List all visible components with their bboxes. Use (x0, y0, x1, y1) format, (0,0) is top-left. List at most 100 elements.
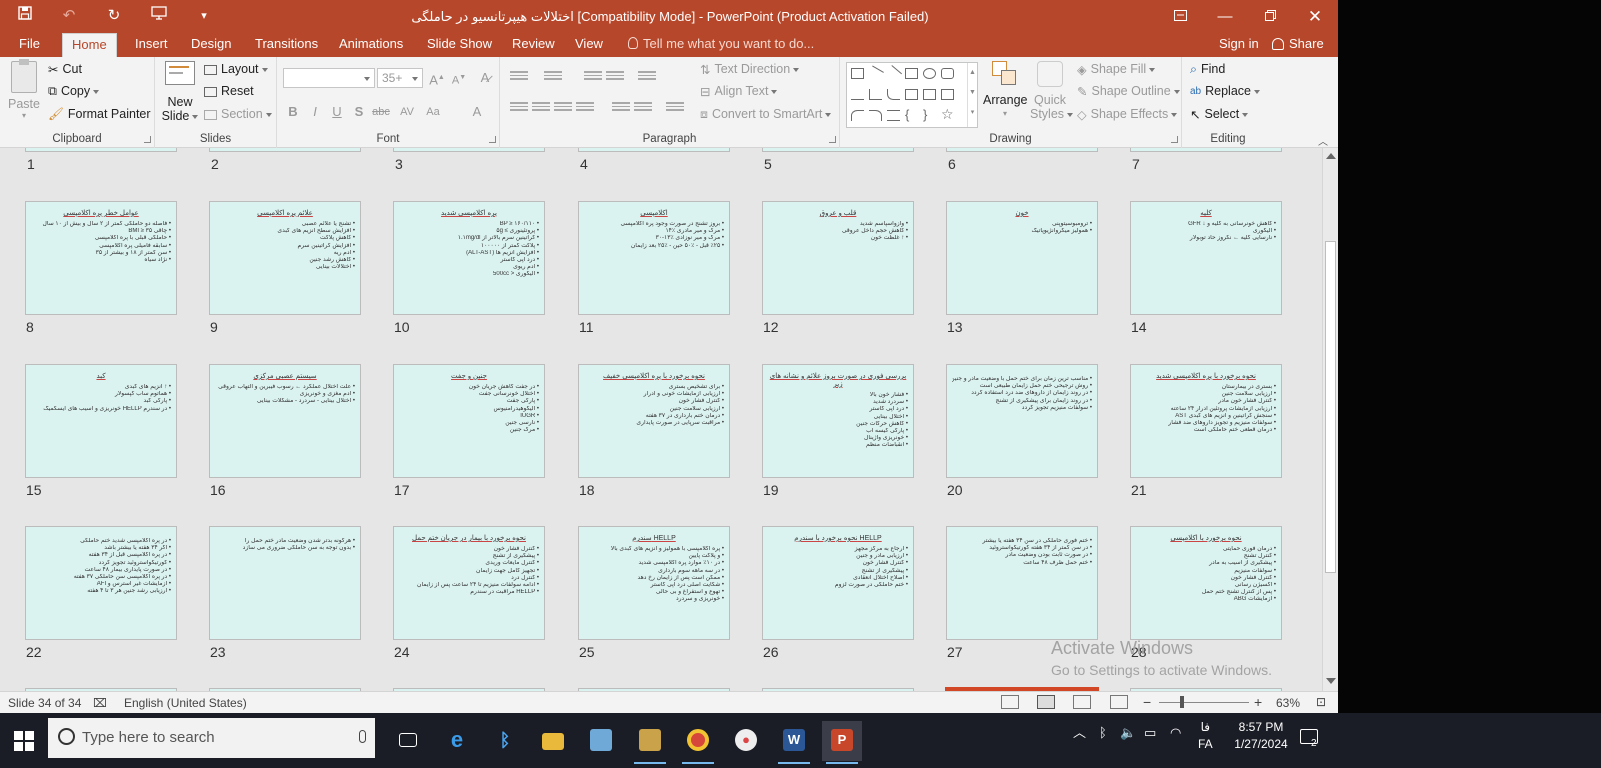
ltr-icon[interactable] (634, 102, 652, 114)
arrange-button[interactable]: Arrange ▾ (983, 61, 1027, 121)
shape-fill-button[interactable]: ◈ Shape Fill (1077, 62, 1156, 77)
find-button[interactable]: ⌕ Find (1190, 62, 1225, 77)
shape-arrow-icon[interactable] (884, 65, 903, 82)
tab-design[interactable]: Design (182, 33, 240, 57)
columns-icon[interactable] (666, 102, 684, 114)
zoom-level[interactable]: 63% (1276, 696, 1300, 710)
slide-thumbnail[interactable] (762, 148, 914, 152)
reading-view-icon[interactable] (1073, 695, 1091, 709)
slide-thumbnail[interactable]: نحوه برخورد با پره اکلامپسی شدید بستری در… (1130, 364, 1282, 478)
replace-button[interactable]: ab Replace (1190, 84, 1260, 98)
wifi-icon[interactable]: ◠ (1170, 713, 1181, 768)
shrink-font-icon[interactable]: A▼ (449, 68, 469, 88)
shape-rounded-rect-icon[interactable] (941, 68, 954, 79)
spellcheck-icon[interactable]: ⌧ (93, 696, 107, 710)
slide-thumbnail[interactable]: علائم پره اکلامپسیتشنج یا علائم عصبیافزا… (209, 201, 361, 315)
grow-font-icon[interactable]: A▲ (427, 68, 447, 88)
clear-formatting-icon[interactable]: A̷ (475, 68, 495, 88)
slide-sorter-view-icon[interactable] (1037, 695, 1055, 709)
slide-thumbnail[interactable]: در پره اکلامپسی شدید ختم حاملگیاگر ۳۴ هف… (25, 526, 177, 640)
slide-thumbnail[interactable]: نحوه برخورد با پره اکلامپسی خفیف برای تشخ… (578, 364, 730, 478)
shape-arrow-right-icon[interactable] (905, 89, 918, 100)
numbering-icon[interactable] (544, 71, 562, 83)
zoom-in-icon[interactable]: + (1254, 694, 1262, 710)
microphone-icon[interactable] (359, 730, 366, 743)
layout-button[interactable]: Layout (204, 62, 268, 76)
justify-icon[interactable] (576, 102, 594, 114)
save-icon[interactable] (14, 5, 36, 27)
paragraph-launcher-icon[interactable] (829, 136, 836, 143)
shape-oval-icon[interactable] (923, 68, 936, 79)
change-case-icon[interactable]: Aa (423, 102, 443, 122)
shapes-scroll-icon[interactable]: ▲ ▼ ▾ (967, 63, 977, 127)
input-language[interactable]: فا FA (1198, 719, 1213, 768)
zoom-slider[interactable] (1159, 702, 1249, 703)
align-center-icon[interactable] (532, 102, 550, 114)
shapes-gallery[interactable]: { } ☆ ▲ ▼ ▾ (846, 62, 978, 128)
underline-icon[interactable]: U (327, 102, 347, 122)
slide-thumbnail[interactable]: عوامل خطر پره اکلامپسی فاصله دو حاملگی کم… (25, 201, 177, 315)
italic-icon[interactable]: I (305, 102, 325, 122)
chrome-icon[interactable] (678, 721, 718, 764)
shape-line-icon[interactable] (867, 65, 884, 82)
fit-to-window-icon[interactable]: ⊡ (1316, 695, 1326, 709)
new-slide-button[interactable]: New Slide (160, 61, 200, 123)
word-icon[interactable]: W (774, 721, 814, 764)
normal-view-icon[interactable] (1001, 695, 1019, 709)
minimize-icon[interactable]: — (1202, 0, 1248, 33)
slide-thumbnail[interactable]: اکلامپسی بروز تشنج در صورت وجود پره اکلام… (578, 201, 730, 315)
tab-slide-show[interactable]: Slide Show (418, 33, 501, 57)
increase-indent-icon[interactable] (606, 71, 624, 83)
shape-arc-icon[interactable] (851, 110, 864, 121)
shadow-icon[interactable]: S (349, 102, 369, 122)
reset-button[interactable]: Reset (204, 84, 254, 98)
slide-thumbnail[interactable]: هرگونه بدتر شدن وضعیت مادر ختم حمل رابدو… (209, 526, 361, 640)
tab-review[interactable]: Review (503, 33, 564, 57)
shape-elbow-icon[interactable] (869, 89, 882, 100)
ribbon-display-options-icon[interactable] (1157, 0, 1203, 33)
bluetooth-tray-icon[interactable]: ᛒ (1099, 713, 1107, 768)
edge-icon[interactable]: e (437, 721, 477, 761)
battery-icon[interactable]: ▭ (1144, 713, 1156, 768)
convert-smartart-button[interactable]: ⧈ Convert to SmartArt (700, 107, 832, 122)
shape-effects-button[interactable]: ◇ Shape Effects (1077, 107, 1178, 122)
slide-sorter[interactable]: 1234567عوامل خطر پره اکلامپسیفاصله دو حا… (0, 148, 1322, 691)
slide-thumbnail[interactable] (1130, 148, 1282, 152)
restore-icon[interactable] (1247, 0, 1293, 33)
slide-thumbnail[interactable] (25, 148, 177, 152)
scroll-down-icon[interactable] (1326, 678, 1336, 684)
shape-star-icon[interactable]: ☆ (941, 106, 954, 123)
language-indicator[interactable]: English (United States) (124, 696, 247, 710)
zoom-slider-thumb[interactable] (1180, 696, 1184, 708)
shape-curve-icon[interactable] (887, 89, 900, 100)
shape-outline-button[interactable]: ✎ Shape Outline (1077, 84, 1180, 99)
tab-home[interactable]: Home (62, 33, 117, 57)
shape-square-icon[interactable] (905, 68, 918, 79)
shape-callout-icon[interactable] (941, 89, 954, 100)
font-name-combobox[interactable] (283, 68, 375, 88)
slide-thumbnail[interactable] (209, 148, 361, 152)
slide-thumbnail[interactable]: نحوه برخورد با بیمار در جریان ختم حمل کنت… (393, 526, 545, 640)
scrollbar-thumb[interactable] (1325, 241, 1336, 573)
undo-icon[interactable]: ↶ (58, 5, 80, 27)
task-view-icon[interactable] (388, 721, 428, 761)
tab-view[interactable]: View (566, 33, 612, 57)
close-icon[interactable]: ✕ (1292, 0, 1338, 33)
network-share-icon[interactable] (581, 721, 621, 761)
align-right-icon[interactable] (554, 102, 572, 114)
share-button[interactable]: Share (1272, 33, 1324, 55)
clipboard-launcher-icon[interactable] (144, 136, 151, 143)
bold-icon[interactable]: B (283, 102, 303, 122)
slide-thumbnail[interactable]: کلیه کاهش خونرسانی به کلیه و ↓ GFRالیگوری… (1130, 201, 1282, 315)
copy-button[interactable]: ⧉ Copy (48, 84, 100, 99)
text-direction-button[interactable]: ⇅ Text Direction (700, 62, 800, 77)
vertical-scrollbar[interactable] (1322, 148, 1338, 691)
section-button[interactable]: Section (204, 107, 272, 121)
slide-thumbnail[interactable]: ختم فوری حاملگی در سن ۳۴ هفته یا بیشتردر… (946, 526, 1098, 640)
collapse-ribbon-icon[interactable]: ︿ (1318, 133, 1328, 148)
slide-show-icon[interactable] (1110, 695, 1128, 709)
format-painter-button[interactable]: 🖌 Format Painter (48, 107, 151, 122)
tab-insert[interactable]: Insert (126, 33, 177, 57)
slide-thumbnail[interactable]: مناسب ترین زمان برای ختم حمل با وضعیت ما… (946, 364, 1098, 478)
redo-icon[interactable]: ↻ (103, 5, 125, 27)
